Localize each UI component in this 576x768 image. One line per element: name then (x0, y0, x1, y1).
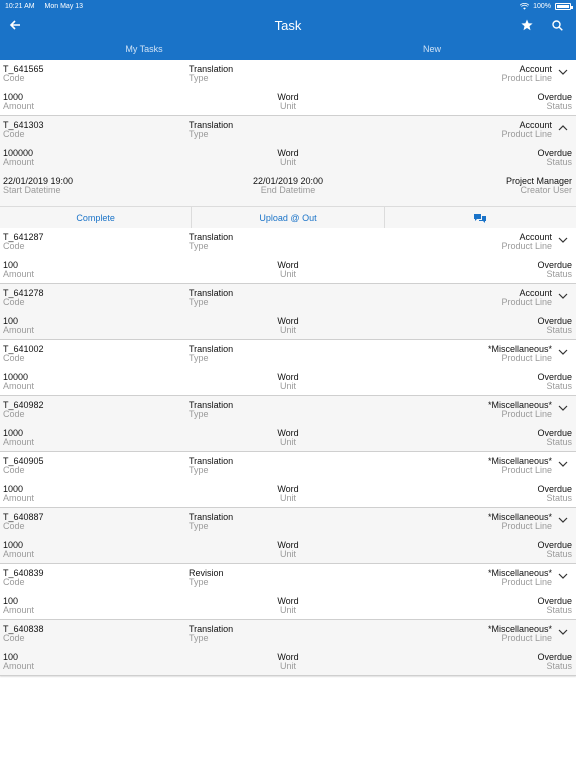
chevron-up-icon[interactable] (558, 124, 568, 132)
product-line-label: Product Line (501, 353, 552, 363)
status-label: Status (546, 269, 572, 279)
status-label: Status (546, 605, 572, 615)
favorite-button[interactable] (518, 16, 536, 34)
status-label: Status (546, 157, 572, 167)
task-card-expanded[interactable]: T_641303 Code Translation Type Account Prod… (0, 116, 576, 229)
status-time: 10:21 AM (5, 2, 35, 10)
type-label: Type (189, 521, 209, 531)
chevron-down-icon[interactable] (558, 68, 568, 76)
chat-button[interactable] (385, 207, 576, 229)
type-label: Type (189, 465, 209, 475)
unit-label: Unit (279, 549, 296, 559)
code-label: Code (3, 129, 25, 139)
code-label: Code (3, 521, 25, 531)
chevron-down-icon[interactable] (558, 292, 568, 300)
task-card[interactable]: T_641278 Code Translation Type Account Prod… (0, 284, 576, 340)
task-card[interactable]: T_640982 Code Translation Type *Miscellane… (0, 396, 576, 452)
unit-label: Unit (279, 101, 296, 111)
code-label: Code (3, 353, 25, 363)
nav-bar: Task (0, 12, 576, 38)
tab-bar: My Tasks New (0, 38, 576, 60)
code-label: Code (3, 297, 25, 307)
unit-label: Unit (279, 437, 296, 447)
task-card[interactable]: T_640905 Code Translation Type *Miscellane… (0, 452, 576, 508)
tab-my-tasks[interactable]: My Tasks (0, 44, 288, 54)
type-label: Type (189, 297, 209, 307)
code-label: Code (3, 409, 25, 419)
unit-label: Unit (279, 381, 296, 391)
code-label: Code (3, 241, 25, 251)
chevron-down-icon[interactable] (558, 516, 568, 524)
status-date: Mon May 13 (44, 2, 84, 10)
type-label: Type (189, 73, 209, 83)
chevron-down-icon[interactable] (558, 404, 568, 412)
end-datetime-label: End Datetime (260, 185, 316, 195)
product-line-label: Product Line (501, 633, 552, 643)
upload-out-button[interactable]: Upload @ Out (192, 207, 385, 229)
type-label: Type (189, 129, 209, 139)
product-line-label: Product Line (501, 409, 552, 419)
task-card[interactable]: T_641565 Code Translation Type Account Prod… (0, 60, 576, 116)
product-line-label: Product Line (501, 73, 552, 83)
product-line-label: Product Line (501, 521, 552, 531)
task-actions: Complete Upload @ Out (0, 206, 576, 229)
arrow-left-icon (9, 20, 20, 30)
search-button[interactable] (548, 16, 566, 34)
search-icon (551, 19, 563, 31)
unit-label: Unit (279, 605, 296, 615)
code-label: Code (3, 73, 25, 83)
unit-label: Unit (279, 325, 296, 335)
chevron-down-icon[interactable] (558, 572, 568, 580)
task-card[interactable]: T_641287 Code Translation Type Account Prod… (0, 228, 576, 284)
status-label: Status (546, 437, 572, 447)
tab-new[interactable]: New (288, 44, 576, 54)
chevron-down-icon[interactable] (558, 348, 568, 356)
unit-label: Unit (279, 269, 296, 279)
status-label: Status (546, 661, 572, 671)
chevron-down-icon[interactable] (558, 236, 568, 244)
chevron-down-icon[interactable] (558, 628, 568, 636)
task-card[interactable]: T_641002 Code Translation Type *Miscellane… (0, 340, 576, 396)
star-icon (521, 19, 533, 31)
creator-user-label: Creator User (520, 185, 572, 195)
task-card[interactable]: T_640838 Code Translation Type *Miscellane… (0, 620, 576, 676)
product-line-label: Product Line (501, 465, 552, 475)
product-line-label: Product Line (501, 297, 552, 307)
type-label: Type (189, 409, 209, 419)
product-line-label: Product Line (501, 577, 552, 587)
status-bar: 10:21 AM Mon May 13 100% (0, 0, 576, 12)
unit-label: Unit (279, 493, 296, 503)
product-line-label: Product Line (501, 241, 552, 251)
unit-label: Unit (279, 661, 296, 671)
battery-percent: 100% (533, 2, 551, 10)
type-label: Type (189, 241, 209, 251)
code-label: Code (3, 577, 25, 587)
task-card[interactable]: T_640839 Code Revision Type *Miscellaneous… (0, 564, 576, 620)
status-label: Status (546, 325, 572, 335)
back-button[interactable] (6, 16, 24, 34)
chevron-down-icon[interactable] (558, 460, 568, 468)
battery-icon (555, 2, 573, 10)
chat-bubbles-icon (474, 213, 487, 223)
status-label: Status (546, 549, 572, 559)
type-label: Type (189, 577, 209, 587)
status-label: Status (546, 381, 572, 391)
code-label: Code (3, 633, 25, 643)
task-card[interactable]: T_640887 Code Translation Type *Miscellane… (0, 508, 576, 564)
page-title: Task (274, 17, 302, 33)
unit-label: Unit (279, 157, 296, 167)
type-label: Type (189, 633, 209, 643)
complete-button[interactable]: Complete (0, 207, 193, 229)
type-label: Type (189, 353, 209, 363)
code-label: Code (3, 465, 25, 475)
product-line-label: Product Line (501, 129, 552, 139)
wifi-icon (520, 2, 530, 10)
task-list: T_641565 Code Translation Type Account Prod… (0, 60, 576, 676)
status-label: Status (546, 493, 572, 503)
status-label: Status (546, 101, 572, 111)
